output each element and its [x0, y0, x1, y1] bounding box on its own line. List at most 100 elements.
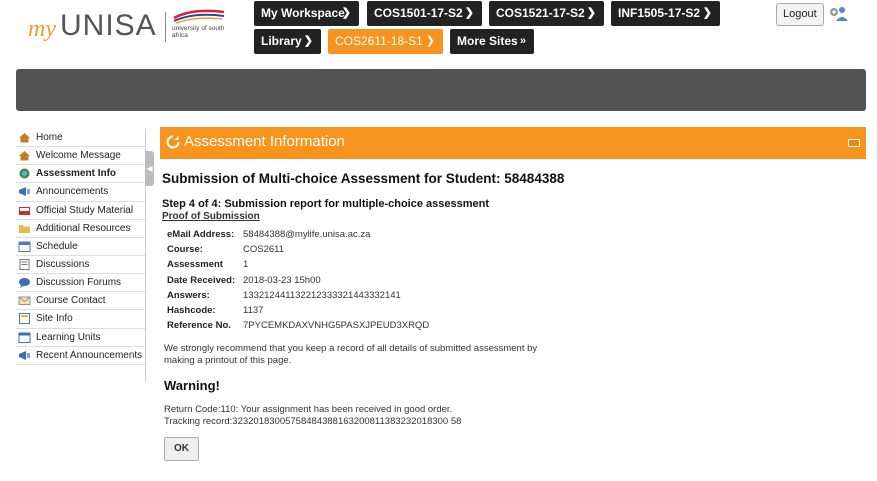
table-row: Answers: 133212441132212333321443332141: [165, 288, 431, 303]
sidebar-item-label: Announcements: [36, 186, 109, 198]
logo-my: my: [28, 16, 56, 42]
sidebar-item-label: Schedule: [36, 240, 78, 252]
row-label: Answers:: [167, 289, 210, 301]
sidebar-item-recent-announcements[interactable]: Recent Announcements: [16, 347, 145, 365]
table-row: Assessment 1: [165, 257, 431, 272]
chevron-down-icon: ❯: [464, 7, 474, 19]
site-tab-my-workspace[interactable]: My Workspace ❯: [254, 1, 359, 26]
sidebar-item-label: Recent Announcements: [36, 349, 143, 361]
ok-button[interactable]: OK: [164, 437, 199, 461]
table-row: Date Received: 2018-03-23 15h00: [165, 273, 431, 288]
row-label: Reference No.: [167, 320, 231, 332]
table-row: Course: COS2611: [165, 242, 431, 257]
info-page-icon: [19, 313, 30, 325]
sidebar-item-label: Learning Units: [36, 331, 101, 343]
home-icon: [19, 151, 30, 161]
table-row: Reference No. 7PYCEMKDAXVNHG5PASXJPEUD3XR…: [165, 318, 431, 333]
row-label: Hashcode:: [167, 305, 216, 317]
sidebar-item-home[interactable]: Home: [16, 129, 145, 148]
proof-of-submission-heading: Proof of Submission: [162, 211, 260, 222]
sidebar-item-schedule[interactable]: Schedule: [16, 238, 145, 256]
row-value: 1137: [243, 305, 264, 317]
book-icon: [19, 206, 30, 215]
double-chevron-down-icon: »: [519, 35, 526, 47]
printout-recommendation: We strongly recommend that you keep a re…: [164, 343, 538, 366]
collapse-menu-button[interactable]: ◀: [145, 151, 154, 186]
sidebar-item-label: Assessment Info: [36, 168, 117, 180]
calendar-icon: [18, 241, 31, 252]
logo-subtitle: university of south africa: [172, 25, 225, 39]
site-tab-cos2611[interactable]: COS2611-18-S1 ❯: [328, 29, 443, 54]
row-value: 133212441132212333321443332141: [243, 289, 401, 301]
sidebar-item-discussion-forums[interactable]: Discussion Forums: [16, 274, 145, 293]
row-value: 2018-03-23 15h00: [243, 274, 321, 286]
logo-unisa: UNISA: [60, 9, 157, 42]
row-value: 58484388@mylife.unisa.ac.za: [243, 229, 371, 241]
logout-button[interactable]: Logout: [776, 3, 824, 26]
site-tab-cos1521[interactable]: COS1521-17-S2 ❯: [489, 1, 604, 26]
unisa-logo[interactable]: my UNISA university of south africa: [22, 6, 237, 50]
sidebar-item-course-contact[interactable]: Course Contact: [16, 292, 145, 311]
window-icon: [18, 332, 31, 343]
site-tab-label: COS1521-17-S2: [496, 6, 585, 20]
tool-menu: Home Welcome Message Assessment Info Ann…: [16, 129, 145, 365]
site-tab-label: More Sites: [457, 34, 518, 48]
sidebar-item-label: Welcome Message: [36, 150, 121, 162]
home-icon: [19, 133, 30, 143]
globe-icon: [19, 168, 30, 179]
row-label: eMail Address:: [167, 229, 235, 241]
tool-title: Assessment Information: [184, 133, 345, 150]
sidebar-item-label: Discussions: [36, 259, 90, 271]
sidebar-item-welcome-message[interactable]: Welcome Message: [16, 147, 145, 166]
site-tab-library[interactable]: Library ❯: [254, 29, 321, 54]
site-tab-label: COS1501-17-S2: [374, 6, 463, 20]
row-label: Date Received:: [167, 274, 236, 286]
row-value: 1: [243, 259, 249, 271]
megaphone-icon: [19, 187, 30, 197]
envelope-icon: [18, 296, 31, 306]
sidebar-item-label: Home: [36, 132, 63, 144]
table-row: Hashcode: 1137: [165, 303, 431, 318]
row-value: COS2611: [243, 244, 285, 256]
speech-bubble-icon: [19, 278, 30, 289]
row-value: 7PYCEMKDAXVNHG5PASXJPEUD3XRQD: [243, 320, 430, 332]
megaphone-icon: [19, 350, 30, 360]
user-settings-icon[interactable]: [828, 4, 848, 22]
sidebar-item-learning-units[interactable]: Learning Units: [16, 329, 145, 347]
logo-separator: [165, 12, 166, 42]
more-sites-button[interactable]: More Sites»: [450, 29, 534, 54]
chevron-down-icon: ❯: [425, 35, 435, 47]
sidebar-item-site-info[interactable]: Site Info: [16, 310, 145, 329]
site-banner: [16, 69, 866, 111]
site-tab-label: INF1505-17-S2: [618, 6, 701, 20]
chevron-down-icon: ❯: [702, 7, 712, 19]
sidebar-item-label: Official Study Material: [36, 204, 134, 216]
warning-heading: Warning!: [164, 378, 220, 393]
step-indicator: Step 4 of 4: Submission report for multi…: [162, 198, 490, 210]
reset-icon[interactable]: [166, 135, 180, 149]
tool-title-bar: Assessment Information: [160, 127, 866, 159]
sidebar-item-official-study-material[interactable]: Official Study Material: [16, 202, 145, 220]
sidebar-item-additional-resources[interactable]: Additional Resources: [16, 220, 145, 238]
sidebar-item-assessment-info[interactable]: Assessment Info: [16, 165, 145, 184]
sidebar-item-discussions[interactable]: Discussions: [16, 256, 145, 275]
sidebar-item-announcements[interactable]: Announcements: [16, 183, 145, 202]
sidebar-item-label: Discussion Forums: [36, 277, 122, 289]
sidebar-item-label: Course Contact: [36, 295, 106, 307]
row-label: Course:: [167, 244, 203, 256]
logo-swoosh-icon: [173, 9, 225, 24]
chevron-down-icon: ❯: [341, 7, 351, 19]
table-row: eMail Address: 58484388@mylife.unisa.ac.z…: [165, 227, 431, 242]
tracking-record: Tracking record:323201830057584843881632…: [164, 416, 462, 427]
minimize-icon[interactable]: [848, 139, 860, 147]
site-tab-label: My Workspace: [261, 6, 345, 20]
submission-details-table: eMail Address: 58484388@mylife.unisa.ac.z…: [165, 227, 431, 333]
site-tab-label: Library: [261, 34, 302, 48]
site-tab-label: COS2611-18-S1: [335, 34, 423, 48]
chevron-down-icon: ❯: [303, 35, 313, 47]
folder-icon: [19, 224, 30, 233]
return-code: Return Code:110: Your assignment has bee…: [164, 404, 453, 415]
row-label: Assessment: [167, 259, 223, 271]
site-tab-cos1501[interactable]: COS1501-17-S2 ❯: [367, 1, 482, 26]
site-tab-inf1505[interactable]: INF1505-17-S2 ❯: [611, 1, 720, 26]
